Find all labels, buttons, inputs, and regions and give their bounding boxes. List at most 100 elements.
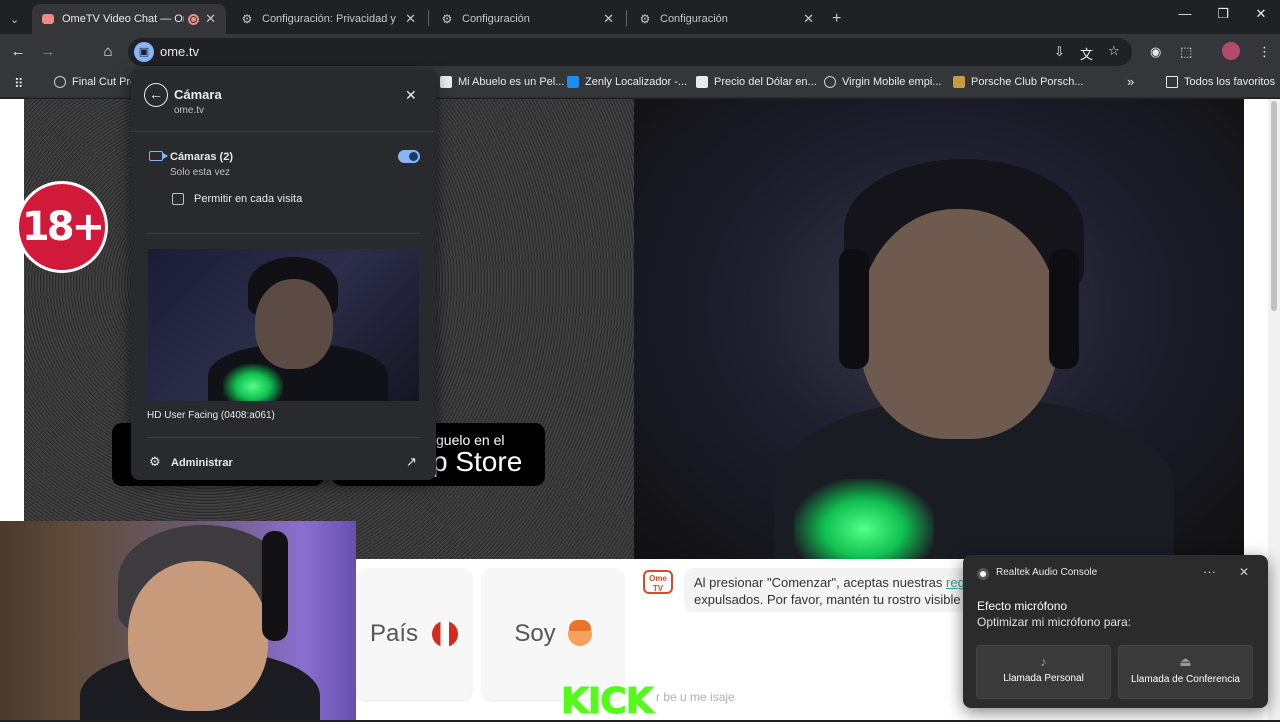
notice-text-2: expulsados. Por favor, mantén tu rostro … [694, 592, 972, 607]
back-arrow-icon[interactable]: ← [144, 83, 168, 107]
new-tab-button[interactable]: + [828, 4, 850, 34]
gear-icon: ⚙ [241, 12, 253, 26]
tab-config-3[interactable]: ⚙ Configuración ✕ [628, 4, 824, 34]
tab-title: Configuración [660, 13, 728, 25]
allow-every-visit-checkbox[interactable] [172, 193, 184, 205]
tab-title: Configuración: Privacidad y seg [262, 13, 399, 25]
divider [131, 131, 436, 132]
screenshot-icon[interactable]: ◉ [1150, 44, 1161, 60]
tab-search-button[interactable]: ⌄ [6, 4, 28, 34]
bookmark-final-cut[interactable]: Final Cut Pro [54, 76, 136, 88]
divider [147, 233, 420, 234]
tab-strip: ⌄ OmeTV Video Chat — Ome ✕ ⚙ Configuraci… [0, 0, 1280, 34]
close-icon[interactable]: ✕ [405, 87, 417, 104]
popup-site: ome.tv [174, 105, 205, 116]
terms-notice: Al presionar "Comenzar", aceptas nuestra… [684, 568, 974, 612]
boy-emoji-icon [567, 620, 592, 646]
extensions-icon[interactable]: ⬚ [1180, 44, 1192, 60]
install-app-icon[interactable]: ⇩ [1054, 44, 1065, 60]
toast-subtitle: Optimizar mi micrófono para: [977, 615, 1132, 629]
all-bookmarks[interactable]: Todos los favoritos [1166, 76, 1275, 88]
conference-mic-icon: ⏏ [1179, 654, 1192, 669]
tab-title: OmeTV Video Chat — Ome [62, 13, 184, 25]
ometv-favicon [42, 14, 54, 24]
age-18-badge: 18+ [16, 181, 108, 273]
bookmark-porsche[interactable]: Porsche Club Porsch... [953, 76, 1084, 88]
recording-icon [188, 13, 200, 25]
person-face [859, 209, 1059, 439]
bookmark-zenly[interactable]: Zenly Localizador -... [567, 76, 687, 88]
camera-permission-popup: ← Cámara ome.tv ✕ Cámaras (2) Solo esta … [131, 69, 436, 480]
close-tab-icon[interactable]: ✕ [205, 11, 216, 27]
translate-icon[interactable]: 文 [1080, 44, 1093, 63]
preview-face [255, 279, 333, 369]
restore-icon[interactable]: ❐ [1208, 6, 1238, 22]
store-line2: p Store [432, 446, 523, 477]
streamer-webcam-overlay [0, 521, 356, 720]
more-options-icon[interactable]: ··· [1203, 564, 1216, 579]
globe-icon [824, 76, 836, 88]
cameras-label: Cámaras (2) [170, 151, 233, 163]
preview-glow [223, 364, 283, 401]
scrollbar-thumb[interactable] [1271, 101, 1277, 311]
back-arrow-icon[interactable]: ← [8, 43, 28, 60]
bookmark-label: Final Cut Pro [72, 76, 137, 88]
green-glow [794, 479, 934, 559]
camera-toggle[interactable] [398, 150, 420, 163]
realtek-notification: Realtek Audio Console ··· ✕ Efecto micró… [963, 555, 1268, 708]
personal-call-button[interactable]: ♪ Llamada Personal [976, 645, 1111, 699]
bookmark-label: Zenly Localizador -... [585, 76, 688, 88]
toolbar: ← → ⌂ ▣ ome.tv ⇩ 文 ☆ ◉ ⬚ ⋮ [0, 34, 1280, 70]
camera-preview [148, 249, 419, 401]
bookmark-abuelo[interactable]: Mi Abuelo es un Pel... [440, 76, 564, 88]
headphone-right [1049, 249, 1079, 369]
chevron-down-icon: ⌄ [10, 13, 20, 26]
window-close-icon[interactable]: ✕ [1246, 6, 1276, 22]
home-icon[interactable]: ⌂ [98, 43, 118, 60]
gear-icon: ⚙ [441, 12, 453, 26]
bookmark-label: Virgin Mobile empi... [842, 76, 942, 88]
gear-icon: ⚙ [149, 454, 161, 469]
streamer-face [128, 561, 268, 711]
bookmark-dolar[interactable]: Precio del Dólar en... [696, 76, 817, 88]
country-filter-button[interactable]: País [356, 568, 472, 700]
menu-dots-icon[interactable]: ⋮ [1258, 44, 1271, 60]
minimize-icon[interactable]: — [1170, 6, 1200, 21]
star-icon[interactable]: ☆ [1108, 43, 1120, 59]
apps-grid-icon[interactable]: ⠿ [14, 76, 24, 92]
close-tab-icon[interactable]: ✕ [603, 11, 614, 27]
microphone-icon: ♪ [1040, 654, 1047, 669]
toast-app-name: Realtek Audio Console [996, 567, 1098, 578]
bookmark-label: Porsche Club Porsch... [971, 76, 1084, 88]
forward-arrow-icon[interactable]: → [38, 43, 58, 60]
headphone-icon [262, 531, 288, 641]
tab-config-2[interactable]: ⚙ Configuración ✕ [430, 4, 624, 34]
tab-separator [626, 10, 627, 26]
close-tab-icon[interactable]: ✕ [803, 11, 814, 27]
profile-avatar[interactable] [1222, 42, 1240, 60]
tab-title: Configuración [462, 13, 530, 25]
kick-logo: KICK [561, 681, 655, 722]
bookmark-virgin[interactable]: Virgin Mobile empi... [824, 76, 941, 88]
notice-text: Al presionar "Comenzar", aceptas nuestra… [694, 575, 947, 590]
manage-button[interactable]: Administrar [171, 457, 233, 469]
site-camera-icon[interactable]: ▣ [134, 42, 154, 62]
close-icon[interactable]: ✕ [1239, 565, 1249, 579]
globe-icon [54, 76, 66, 88]
tab-config-privacy[interactable]: ⚙ Configuración: Privacidad y seg ✕ [230, 4, 426, 34]
checkbox-label: Permitir en cada visita [194, 193, 303, 205]
conference-call-button[interactable]: ⏏ Llamada de Conferencia [1118, 645, 1253, 699]
camera-device-name: HD User Facing (0408:a061) [147, 410, 275, 421]
close-tab-icon[interactable]: ✕ [405, 11, 416, 27]
bookmarks-overflow[interactable]: » [1127, 74, 1134, 89]
gear-icon: ⚙ [639, 12, 651, 26]
porsche-icon [953, 76, 965, 88]
tab-ometv[interactable]: OmeTV Video Chat — Ome ✕ [32, 4, 226, 34]
country-label: País [369, 620, 419, 647]
open-external-icon[interactable]: ↗ [406, 454, 417, 470]
all-bookmarks-label: Todos los favoritos [1184, 76, 1276, 88]
address-bar[interactable]: ▣ ome.tv ⇩ 文 ☆ [128, 38, 1132, 66]
chat-input[interactable]: r be u me isaje [656, 690, 735, 704]
tab-separator [428, 10, 429, 26]
appstore-icon [567, 76, 579, 88]
